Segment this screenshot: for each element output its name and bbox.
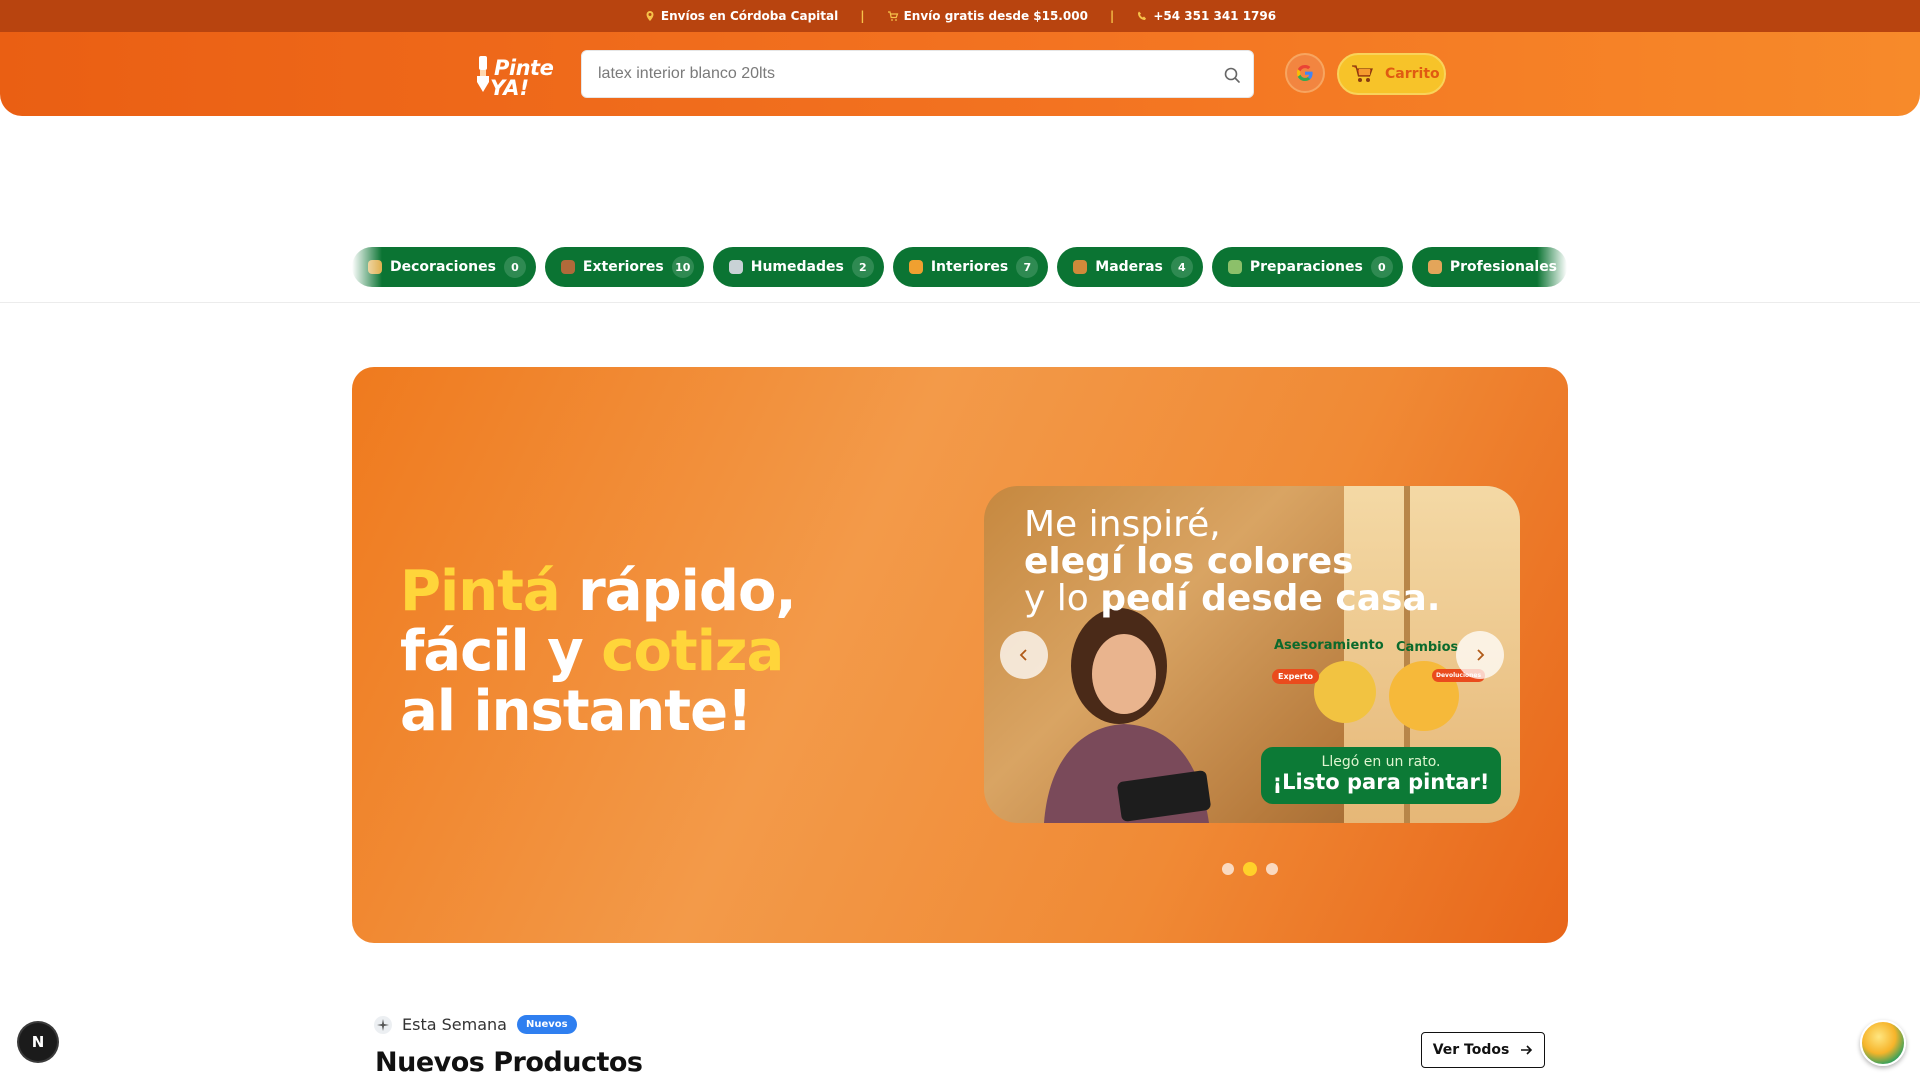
advice-label: Asesoramiento	[1274, 638, 1384, 653]
hero-banner: Pintá rápido, fácil y cotiza al instante…	[352, 367, 1568, 943]
carousel-prev-button[interactable]	[1000, 631, 1048, 679]
phone-info[interactable]: +54 351 341 1796	[1136, 9, 1276, 23]
category-chip-interiores[interactable]: Interiores 7	[892, 247, 1049, 287]
shipping-text: Envíos en Córdoba Capital	[660, 9, 839, 23]
search-icon[interactable]	[1223, 66, 1241, 84]
section-tag-label: Esta Semana	[402, 1015, 507, 1034]
free-shipping-text: Envío gratis desde $15.000	[903, 9, 1088, 23]
carousel-dot-active[interactable]	[1243, 862, 1257, 876]
shipping-info: Envíos en Córdoba Capital	[644, 9, 838, 23]
carousel-dot[interactable]	[1222, 863, 1234, 875]
search-input[interactable]	[598, 59, 1198, 89]
section-tag: Esta Semana Nuevos	[374, 1015, 577, 1034]
slide-line: pedí desde casa.	[1100, 578, 1441, 619]
category-count: 0	[503, 256, 526, 278]
google-login-button[interactable]	[1285, 53, 1325, 93]
delivery-callout: Llegó en un rato. ¡Listo para pintar!	[1261, 747, 1501, 804]
chevron-left-icon	[1019, 649, 1027, 661]
expert-badge: Experto	[1272, 669, 1320, 684]
carousel-dot[interactable]	[1266, 863, 1278, 875]
interiores-icon	[908, 260, 923, 274]
chat-widget-icon[interactable]	[1860, 1020, 1906, 1066]
view-all-label: Ver Todos	[1432, 1042, 1510, 1058]
top-info-bar: Envíos en Córdoba Capital | Envío gratis…	[0, 0, 1920, 32]
new-badge: Nuevos	[516, 1015, 577, 1034]
sparkle-icon	[374, 1015, 392, 1034]
carousel-next-button[interactable]	[1456, 631, 1504, 679]
hero-headline: Pintá rápido, fácil y cotiza al instante…	[400, 562, 860, 742]
separator: |	[1109, 9, 1115, 23]
category-chip-preparaciones[interactable]: Preparaciones 0	[1211, 247, 1403, 287]
preparaciones-icon	[1227, 260, 1242, 274]
carousel-dots	[1222, 862, 1278, 876]
phone-icon	[1138, 11, 1147, 20]
maderas-icon	[1073, 260, 1088, 274]
profesionales-icon	[1427, 260, 1442, 274]
scroll-fade-left	[352, 246, 382, 288]
free-shipping-info: Envío gratis desde $15.000	[887, 9, 1088, 23]
pinteya-logo[interactable]: Pinte YA!	[474, 52, 554, 100]
category-chip-humedades[interactable]: Humedades 2	[712, 247, 884, 287]
view-all-button[interactable]: Ver Todos	[1421, 1032, 1545, 1068]
google-icon	[1297, 65, 1313, 81]
headline-word: Pintá	[400, 559, 561, 624]
category-label: Preparaciones	[1249, 259, 1363, 275]
humedades-icon	[728, 260, 743, 274]
category-label: Decoraciones	[390, 259, 496, 275]
callout-line: Llegó en un rato.	[1321, 754, 1441, 770]
cart-label: Carrito	[1385, 66, 1440, 82]
category-label: Interiores	[930, 259, 1009, 275]
arrow-right-icon	[1521, 1045, 1533, 1055]
cart-button[interactable]: Carrito	[1337, 53, 1446, 95]
category-chip-exteriores[interactable]: Exteriores 10	[544, 247, 704, 287]
headline-word: cotiza	[601, 619, 784, 684]
slide-line: y lo	[1024, 578, 1089, 619]
category-label: Exteriores	[582, 259, 664, 275]
logo-text-line2: YA!	[490, 76, 530, 100]
separator: |	[860, 9, 865, 23]
category-count: 10	[671, 256, 694, 278]
slide-headline: Me inspiré, elegí los colores y lo pedí …	[1024, 506, 1440, 617]
support-agent-icon	[1314, 661, 1376, 723]
headline-word: rápido,	[578, 559, 797, 624]
category-count: 4	[1170, 256, 1193, 278]
headline-word: fácil y	[400, 619, 584, 684]
carousel-slide[interactable]: Me inspiré, elegí los colores y lo pedí …	[984, 486, 1520, 823]
category-chip-maderas[interactable]: Maderas 4	[1057, 247, 1203, 287]
callout-line: ¡Listo para pintar!	[1272, 770, 1490, 794]
search-box	[581, 50, 1254, 98]
exteriores-icon	[560, 260, 575, 274]
headline-word: al instante!	[400, 679, 753, 744]
cart-icon	[887, 11, 898, 21]
divider	[0, 302, 1920, 303]
location-pin-icon	[646, 11, 654, 21]
returns-label: Cambios	[1396, 640, 1459, 655]
scroll-fade-right	[1537, 246, 1567, 288]
slide-line: elegí los colores	[1024, 541, 1354, 582]
category-count: 2	[851, 256, 874, 278]
category-scroller[interactable]: Decoraciones 0 Exteriores 10 Humedades 2…	[352, 246, 1567, 288]
dev-tools-button[interactable]: N	[19, 1023, 57, 1061]
chevron-right-icon	[1477, 649, 1485, 661]
shopping-cart-icon	[1352, 65, 1373, 82]
woman-with-tablet-image	[1044, 608, 1211, 823]
category-label: Maderas	[1095, 259, 1163, 275]
category-count: 7	[1016, 256, 1039, 278]
main-header: Pinte YA! Carrito	[0, 32, 1920, 116]
slide-line: Me inspiré,	[1024, 504, 1221, 545]
phone-text: +54 351 341 1796	[1153, 9, 1277, 23]
category-label: Humedades	[750, 259, 844, 275]
category-count: 0	[1370, 256, 1393, 278]
section-title: Nuevos Productos	[375, 1047, 643, 1078]
